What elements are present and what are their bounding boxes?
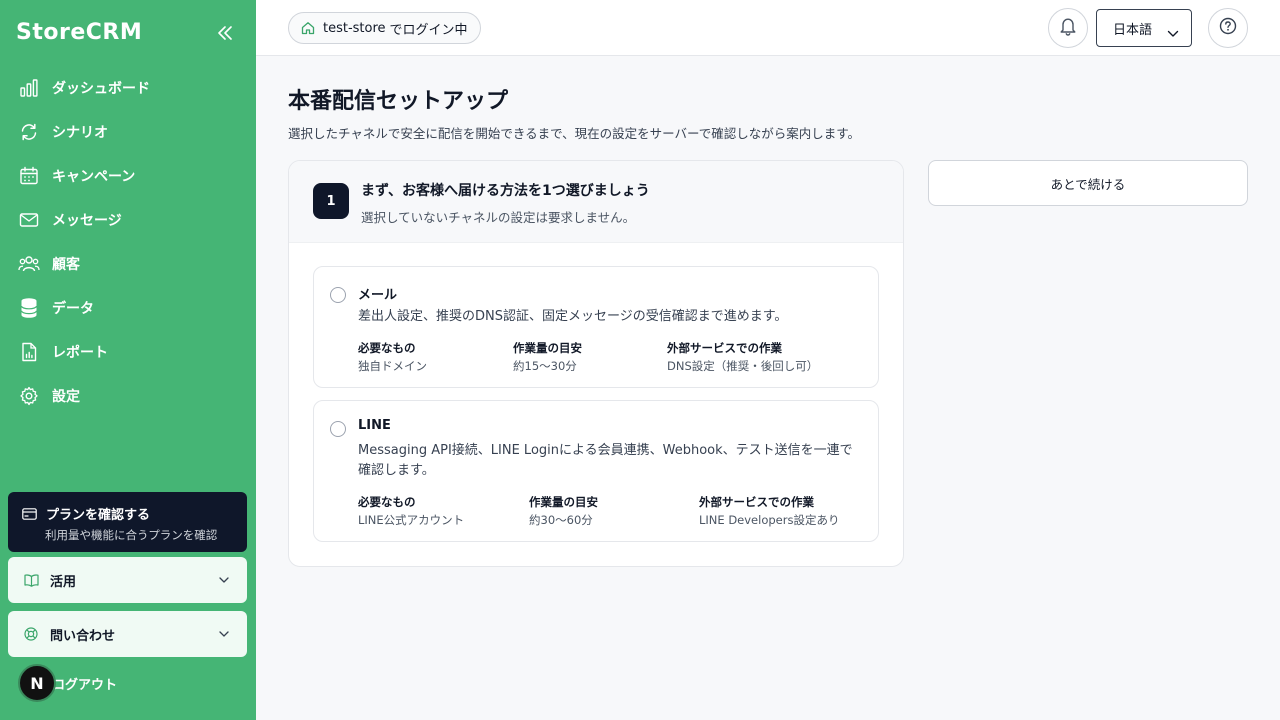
sidebar-item-label: シナリオ	[52, 125, 108, 141]
language-label: 日本語	[1113, 22, 1153, 38]
meta-value: LINE公式アカウント	[358, 513, 465, 527]
plan-card-title: プランを確認する	[46, 508, 151, 523]
sidebar-item-settings[interactable]: 設定	[0, 374, 256, 418]
book-icon	[24, 572, 40, 588]
sidebar-item-label: レポート	[52, 345, 108, 361]
plan-card[interactable]: プランを確認する 利用量や機能に合うプランを確認	[8, 492, 247, 552]
meta-value: 約30〜60分	[529, 513, 593, 527]
chevron-down-icon	[1167, 23, 1179, 37]
email-radio[interactable]	[330, 287, 346, 303]
brand-logo[interactable]: StoreCRM	[16, 20, 142, 45]
option-description: 差出人設定、推奨のDNS認証、固定メッセージの受信確認まで進めます。	[358, 309, 788, 324]
option-title: メール	[358, 288, 398, 303]
logout-label: ログアウト	[52, 677, 118, 693]
file-chart-icon	[18, 341, 40, 363]
step-header: 1 まず、お客様へ届ける方法を1つ選びましょう 選択していないチャネルの設定は要…	[289, 161, 903, 243]
accordion-label: 問い合わせ	[50, 628, 116, 644]
bar-chart-icon	[18, 77, 40, 99]
channel-selection-card: 1 まず、お客様へ届ける方法を1つ選びましょう 選択していないチャネルの設定は要…	[288, 160, 904, 567]
option-meta-required: 必要なもの LINE公式アカウント	[358, 494, 464, 528]
notifications-button[interactable]	[1048, 8, 1088, 48]
store-indicator[interactable]: test-store でログイン中	[288, 12, 481, 44]
step-subtitle: 選択していないチャネルの設定は要求しません。	[361, 210, 636, 225]
logout-button[interactable]: N ログアウト	[18, 664, 117, 702]
option-meta-effort: 作業量の目安 約30〜60分	[529, 494, 598, 528]
page-title: 本番配信セットアップ	[288, 89, 509, 114]
mail-icon	[18, 209, 40, 231]
meta-key: 外部サービスでの作業	[699, 495, 814, 509]
meta-key: 外部サービスでの作業	[667, 341, 782, 355]
gear-icon	[18, 385, 40, 407]
meta-key: 必要なもの	[358, 495, 416, 509]
meta-key: 作業量の目安	[529, 495, 598, 509]
store-login-status: でログイン中	[389, 22, 468, 38]
sidebar-item-messages[interactable]: メッセージ	[0, 198, 256, 242]
accordion-contact[interactable]: 問い合わせ	[8, 611, 247, 657]
top-header: test-store でログイン中 日本語	[256, 0, 1280, 56]
calendar-icon	[18, 165, 40, 187]
users-icon	[18, 253, 40, 275]
sidebar-item-dashboard[interactable]: ダッシュボード	[0, 66, 256, 110]
meta-value: 約15〜30分	[513, 359, 577, 373]
step-title: まず、お客様へ届ける方法を1つ選びましょう	[361, 183, 650, 199]
chevron-down-icon	[219, 628, 231, 640]
channel-option-email[interactable]: メール 差出人設定、推奨のDNS認証、固定メッセージの受信確認まで進めます。 必…	[313, 266, 879, 388]
sidebar-item-scenario[interactable]: シナリオ	[0, 110, 256, 154]
option-meta-required: 必要なもの 独自ドメイン	[358, 340, 427, 374]
sidebar-item-label: キャンペーン	[52, 169, 136, 185]
bell-icon	[1059, 16, 1077, 40]
help-button[interactable]	[1208, 8, 1248, 48]
sidebar-item-label: メッセージ	[52, 213, 122, 229]
sidebar-item-label: 設定	[52, 389, 80, 405]
avatar[interactable]: N	[18, 664, 56, 702]
option-meta-external: 外部サービスでの作業 DNS設定（推奨・後回し可）	[667, 340, 818, 374]
home-icon	[301, 21, 315, 35]
sidebar-item-label: ダッシュボード	[52, 81, 150, 97]
accordion-usage[interactable]: 活用	[8, 557, 247, 603]
page-description: 選択したチャネルで安全に配信を開始できるまで、現在の設定をサーバーで確認しながら…	[288, 126, 861, 141]
sidebar: StoreCRM ダッシュボード シナリオ キャンペーン メッセージ 顧客 デー…	[0, 0, 256, 720]
store-name: test-store	[323, 20, 386, 36]
line-radio[interactable]	[330, 421, 346, 437]
meta-value: DNS設定（推奨・後回し可）	[667, 359, 819, 373]
option-meta-external: 外部サービスでの作業 LINE Developers設定あり	[699, 494, 839, 528]
refresh-icon	[18, 121, 40, 143]
plan-card-subtitle: 利用量や機能に合うプランを確認	[45, 528, 218, 542]
step-number-badge: 1	[313, 183, 349, 219]
channel-option-line[interactable]: LINE Messaging API接続、LINE Loginによる会員連携、W…	[313, 400, 879, 542]
meta-value: LINE Developers設定あり	[699, 513, 840, 527]
collapse-sidebar-icon[interactable]	[214, 22, 236, 44]
meta-value: 独自ドメイン	[358, 359, 427, 373]
sidebar-item-reports[interactable]: レポート	[0, 330, 256, 374]
database-icon	[18, 297, 40, 319]
help-icon	[1219, 17, 1237, 39]
lifebuoy-icon	[24, 626, 40, 642]
sidebar-item-data[interactable]: データ	[0, 286, 256, 330]
sidebar-nav: ダッシュボード シナリオ キャンペーン メッセージ 顧客 データ レポート 設定	[0, 66, 256, 418]
meta-key: 必要なもの	[358, 341, 416, 355]
meta-key: 作業量の目安	[513, 341, 582, 355]
sidebar-item-campaign[interactable]: キャンペーン	[0, 154, 256, 198]
credit-card-icon	[22, 506, 38, 522]
option-meta-effort: 作業量の目安 約15〜30分	[513, 340, 582, 374]
sidebar-item-label: データ	[52, 301, 94, 317]
chevron-down-icon	[219, 574, 231, 586]
language-select[interactable]: 日本語	[1096, 9, 1192, 47]
continue-later-button[interactable]: あとで続ける	[928, 160, 1248, 206]
sidebar-item-label: 顧客	[52, 257, 80, 273]
option-description: Messaging API接続、LINE Loginによる会員連携、Webhoo…	[358, 443, 853, 478]
option-title: LINE	[358, 418, 391, 433]
accordion-label: 活用	[50, 574, 77, 590]
sidebar-item-customers[interactable]: 顧客	[0, 242, 256, 286]
